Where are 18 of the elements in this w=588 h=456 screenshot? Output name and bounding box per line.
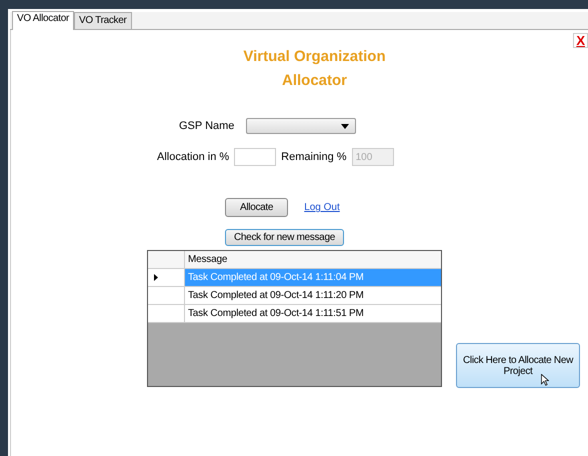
allocation-field[interactable] [234,148,276,166]
log-out-link[interactable]: Log Out [304,202,340,213]
tab[interactable]: VO Tracker [74,12,132,29]
cursor-icon [541,374,549,386]
check-message-button[interactable]: Check for new message [225,229,344,246]
field-label: Allocation in % [157,151,230,163]
caret-icon [341,124,350,128]
column-header: Message [187,253,228,267]
field-label: GSP Name [179,120,234,132]
app-title: Virtual Organization [243,48,386,65]
close-button[interactable]: X [573,33,588,48]
field-label: Remaining % [281,151,347,163]
tab[interactable]: VO Allocator [12,11,74,30]
app-title: Allocator [282,72,347,89]
row-pointer-icon [154,274,158,281]
allocate-button[interactable]: Allocate [225,198,288,217]
allocate-new-project-button[interactable]: Click Here to Allocate New Project [456,343,580,388]
gsp-name-dropdown[interactable] [246,118,356,134]
